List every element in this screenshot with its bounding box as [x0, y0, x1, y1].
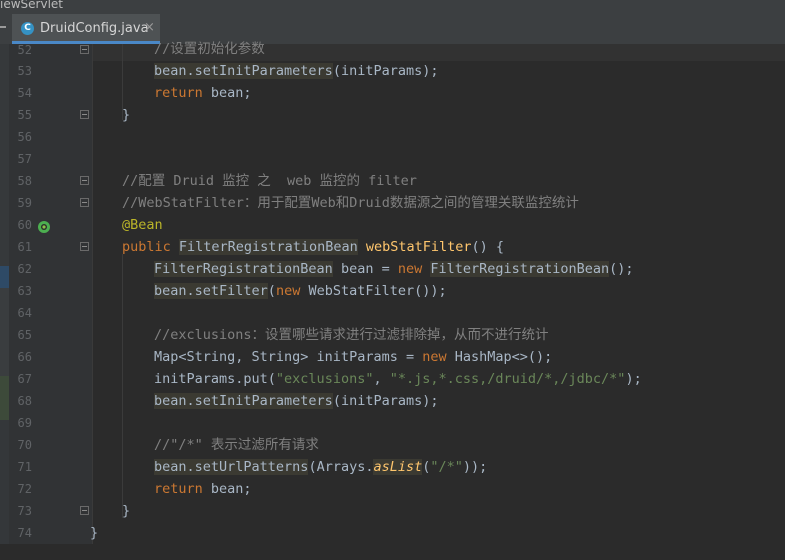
- spring-bean-icon[interactable]: [37, 220, 51, 234]
- line-number: 63: [17, 284, 32, 298]
- code-line-54: return bean;: [154, 85, 252, 101]
- line-number-gutter: 52 53 54 55 56 57 58 59 60 61 62 63 64 6…: [0, 43, 92, 560]
- code-line-74: }: [90, 525, 99, 541]
- code-line-66: Map<String, String> initParams = new Has…: [154, 349, 553, 365]
- line-number: 73: [17, 504, 32, 518]
- line-number: 59: [17, 196, 32, 210]
- line-number: 53: [17, 64, 32, 78]
- line-number: 61: [17, 240, 32, 254]
- code-line-67: initParams.put("exclusions", "*.js,*.css…: [154, 371, 642, 387]
- line-number: 70: [17, 438, 32, 452]
- line-number: 54: [17, 86, 32, 100]
- vcs-stripe: [0, 288, 9, 376]
- code-editor[interactable]: //设置初始化参数 bean.setInitParameters(initPar…: [90, 41, 785, 560]
- line-number: 64: [17, 306, 32, 320]
- window-title-bar: iewServlet: [0, 0, 785, 14]
- code-line-53: bean.setInitParameters(initParams);: [154, 63, 439, 79]
- editor-tab-bar: C DruidConfig.java ×: [0, 14, 785, 45]
- line-number: 62: [17, 262, 32, 276]
- line-number: 65: [17, 328, 32, 342]
- line-number: 69: [17, 416, 32, 430]
- code-line-58: //配置 Druid 监控 之 web 监控的 filter: [122, 173, 417, 189]
- tab-scroll-marker: [0, 26, 6, 28]
- code-line-55: }: [122, 107, 131, 123]
- line-number: 71: [17, 460, 32, 474]
- code-line-59: //WebStatFilter：用于配置Web和Druid数据源之间的管理关联监…: [122, 195, 579, 211]
- line-number: 74: [17, 526, 32, 540]
- code-line-61: public FilterRegistrationBean webStatFil…: [122, 239, 505, 255]
- line-number: 68: [17, 394, 32, 408]
- tab-label: DruidConfig.java: [40, 21, 149, 36]
- indent-guide: [122, 254, 123, 518]
- fold-toggle[interactable]: [80, 176, 89, 185]
- code-line-70: //"/*" 表示过滤所有请求: [154, 437, 319, 453]
- line-number: 67: [17, 372, 32, 386]
- line-number: 58: [17, 174, 32, 188]
- fold-toggle[interactable]: [80, 110, 89, 119]
- line-number: 56: [17, 130, 32, 144]
- code-line-72: return bean;: [154, 481, 252, 497]
- code-line-71: bean.setUrlPatterns(Arrays.asList("/*"))…: [154, 459, 488, 475]
- line-number: 57: [17, 152, 32, 166]
- line-number: 52: [17, 43, 32, 57]
- vcs-stripe: [0, 420, 9, 560]
- code-line-62: FilterRegistrationBean bean = new Filter…: [154, 261, 634, 277]
- line-number: 72: [17, 482, 32, 496]
- fold-toggle[interactable]: [80, 198, 89, 207]
- line-number: 60: [17, 218, 32, 232]
- code-line-65: //exclusions：设置哪些请求进行过滤排除掉，从而不进行统计: [154, 327, 549, 343]
- close-icon[interactable]: ×: [144, 20, 155, 35]
- code-line-60: @Bean: [122, 217, 163, 233]
- editor-bottom-edge: [0, 544, 785, 560]
- code-line-68: bean.setInitParameters(initParams);: [154, 393, 439, 409]
- fold-toggle[interactable]: [80, 506, 89, 515]
- java-class-icon: C: [21, 22, 34, 35]
- code-line-52: //设置初始化参数: [154, 41, 265, 57]
- vcs-modified-stripe: [0, 266, 9, 288]
- tab-druidconfig-java[interactable]: C DruidConfig.java ×: [12, 14, 160, 44]
- fold-toggle[interactable]: [80, 242, 89, 251]
- vcs-stripe: [0, 44, 9, 266]
- code-line-73: }: [122, 503, 131, 519]
- window-title: iewServlet: [0, 0, 63, 11]
- line-number: 55: [17, 108, 32, 122]
- line-number: 66: [17, 350, 32, 364]
- vcs-added-stripe: [0, 376, 9, 420]
- code-line-63: bean.setFilter(new WebStatFilter());: [154, 283, 447, 299]
- fold-toggle[interactable]: [80, 45, 89, 54]
